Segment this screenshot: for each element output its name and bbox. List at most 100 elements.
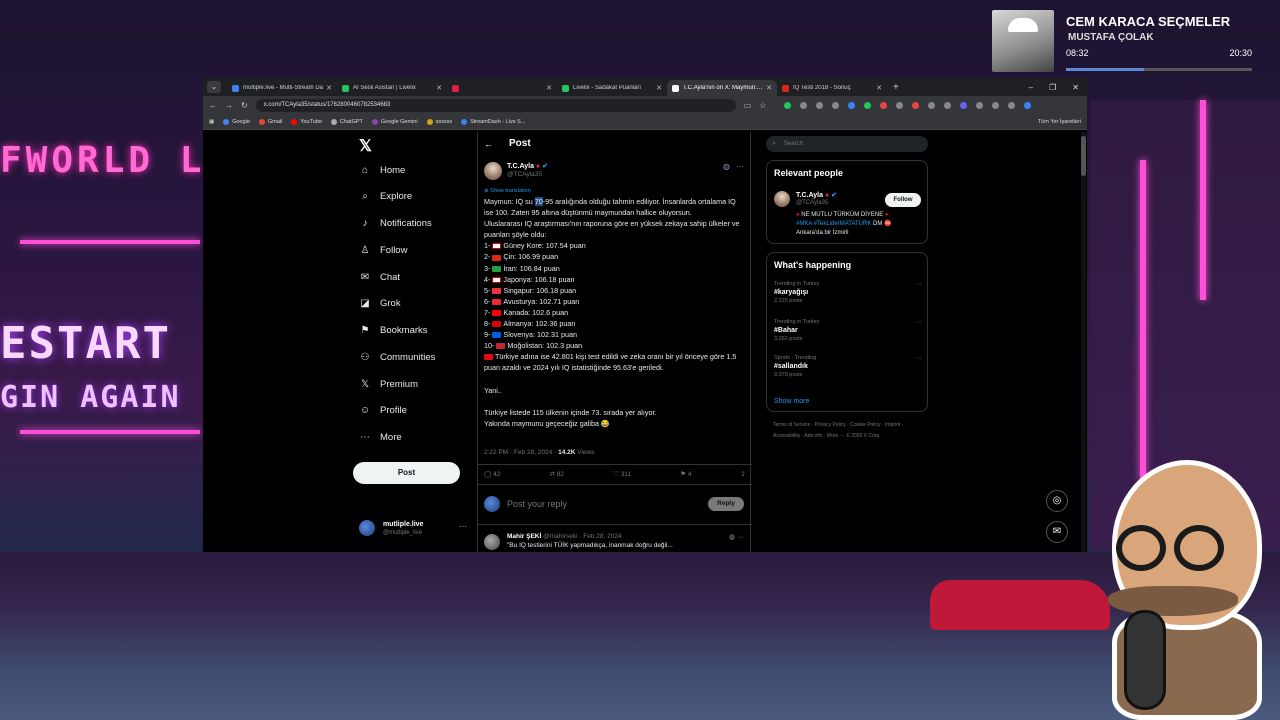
extension-icon[interactable] bbox=[816, 101, 824, 109]
extension-icon[interactable] bbox=[1008, 101, 1016, 109]
tab-close-icon[interactable]: ✕ bbox=[326, 84, 332, 92]
browser-tab[interactable]: IQ Testi 2018 - Sonuç ✕ bbox=[777, 80, 887, 96]
nav-item-bookmarks[interactable]: ⚑ Bookmarks bbox=[359, 325, 428, 336]
footer-links[interactable]: Terms of Service · Privacy Policy · Cook… bbox=[773, 420, 923, 442]
back-icon[interactable]: ← bbox=[209, 101, 217, 110]
profile-icon[interactable] bbox=[1024, 101, 1032, 109]
trend-item[interactable]: Sports · Trending #sallandık 9,079 posts ··… bbox=[774, 355, 922, 378]
author-avatar[interactable] bbox=[484, 162, 502, 180]
grok-float-icon[interactable]: ◎ bbox=[1046, 490, 1068, 512]
nav-item-profile[interactable]: ☺ Profile bbox=[359, 405, 407, 416]
scroll-thumb[interactable] bbox=[1081, 136, 1086, 176]
extension-icon[interactable] bbox=[880, 101, 888, 109]
repost-action[interactable]: ⇄ 82 bbox=[549, 470, 564, 478]
new-tab-icon[interactable]: + bbox=[893, 82, 899, 93]
trend-more-icon[interactable]: ··· bbox=[915, 355, 922, 362]
x-logo-icon[interactable]: 𝕏 bbox=[359, 136, 372, 156]
tab-close-icon[interactable]: ✕ bbox=[436, 84, 442, 92]
progress-track[interactable] bbox=[1066, 68, 1252, 71]
post-timestamp[interactable]: 2:22 PM · Feb 28, 2024 · bbox=[484, 449, 558, 456]
browser-window: ⌄ multiple.live - Multi-Stream Da ✕ AI Ses… bbox=[203, 78, 1087, 552]
person-avatar[interactable] bbox=[774, 191, 790, 207]
author-name[interactable]: T.C.Ayla ● ✔ bbox=[507, 162, 548, 170]
bookmark-action[interactable]: ⚑ 4 bbox=[680, 470, 691, 478]
extension-icon[interactable] bbox=[848, 101, 856, 109]
extension-icon[interactable] bbox=[864, 101, 872, 109]
close-window-icon[interactable]: ✕ bbox=[1072, 83, 1079, 92]
tab-label: IQ Testi 2018 - Sonuç bbox=[793, 85, 851, 91]
browser-tab[interactable]: multiple.live - Multi-Stream Da ✕ bbox=[227, 80, 337, 96]
rank-number: 2- bbox=[484, 252, 491, 262]
extension-icon[interactable] bbox=[800, 101, 808, 109]
comment-more-icon[interactable]: ◍ ··· bbox=[729, 533, 744, 541]
trend-more-icon[interactable]: ··· bbox=[915, 281, 922, 288]
tab-search-icon[interactable]: ⌄ bbox=[207, 81, 221, 93]
nav-item-premium[interactable]: 𝕏 Premium bbox=[359, 379, 418, 390]
bookmark-item[interactable]: Gmail bbox=[258, 118, 282, 125]
extension-icon[interactable] bbox=[912, 101, 920, 109]
extension-icon[interactable] bbox=[928, 101, 936, 109]
apps-icon[interactable]: ▦ bbox=[209, 119, 214, 125]
tab-close-icon[interactable]: ✕ bbox=[546, 84, 552, 92]
bookmark-item[interactable]: Google Gemini bbox=[371, 118, 418, 125]
nav-item-explore[interactable]: ⌕ Explore bbox=[359, 191, 412, 202]
minimize-icon[interactable]: – bbox=[1029, 83, 1033, 92]
neon-bar bbox=[1200, 100, 1206, 300]
bookmark-item[interactable]: YouTube bbox=[291, 118, 322, 125]
extension-icon[interactable] bbox=[944, 101, 952, 109]
reload-icon[interactable]: ↻ bbox=[241, 101, 248, 110]
bookmark-item[interactable]: ChatGPT bbox=[330, 118, 363, 125]
forward-icon[interactable]: → bbox=[225, 101, 233, 110]
more-options-icon[interactable]: ··· bbox=[736, 162, 744, 171]
show-translation-link[interactable]: ⊕ Show translation bbox=[484, 188, 531, 194]
reply-input[interactable]: Post your reply bbox=[507, 499, 567, 509]
bookmark-item[interactable]: ssssss bbox=[426, 118, 452, 125]
messages-float-icon[interactable]: ✉ bbox=[1046, 521, 1068, 543]
share-icon[interactable]: ⇪ bbox=[741, 470, 746, 478]
bookmark-item[interactable]: StreamDash - Live S... bbox=[461, 118, 525, 125]
nav-item-more[interactable]: ⋯ More bbox=[359, 432, 402, 443]
trend-more-icon[interactable]: ··· bbox=[915, 319, 922, 326]
commenter-name[interactable]: Mahir ŞEKİ bbox=[507, 533, 541, 540]
cast-icon[interactable]: ▭ bbox=[744, 101, 752, 110]
back-arrow-icon[interactable]: ← bbox=[484, 139, 493, 149]
extension-icon[interactable] bbox=[960, 101, 968, 109]
commenter-avatar[interactable] bbox=[484, 534, 500, 550]
like-action[interactable]: ♡ 311 bbox=[613, 470, 631, 478]
nav-item-grok[interactable]: ◪ Grok bbox=[359, 298, 400, 309]
reply-button[interactable]: Reply bbox=[708, 497, 744, 511]
extension-icon[interactable] bbox=[976, 101, 984, 109]
nav-item-notifications[interactable]: ♪ Notifications bbox=[359, 218, 432, 229]
maximize-icon[interactable]: ❐ bbox=[1049, 83, 1056, 92]
bio-hashtags[interactable]: #MKA #TekLiderMATATÜRK bbox=[796, 221, 871, 227]
all-bookmarks[interactable]: Tüm Yer İşaretleri bbox=[1038, 119, 1081, 125]
tab-close-icon[interactable]: ✕ bbox=[766, 84, 772, 92]
tab-close-icon[interactable]: ✕ bbox=[876, 84, 882, 92]
person-name[interactable]: T.C.Ayla ● ✔ bbox=[796, 191, 837, 199]
url-input[interactable]: x.com/TCAyla35/status/176280046078253468… bbox=[255, 98, 736, 112]
extension-icon[interactable] bbox=[992, 101, 1000, 109]
trend-item[interactable]: Trending in Turkey #karyağışı 2,225 posts ·… bbox=[774, 281, 922, 304]
nav-item-home[interactable]: ⌂ Home bbox=[359, 165, 405, 176]
grok-icon[interactable]: ◍ bbox=[723, 162, 730, 171]
browser-tab[interactable]: ✕ bbox=[447, 80, 557, 96]
star-icon[interactable]: ☆ bbox=[759, 101, 766, 110]
extension-icon[interactable] bbox=[896, 101, 904, 109]
bookmark-item[interactable]: Google bbox=[223, 118, 250, 125]
post-button[interactable]: Post bbox=[353, 462, 460, 484]
browser-tab[interactable]: AI Sesli Asistan | Livelix ✕ bbox=[337, 80, 447, 96]
scrollbar[interactable] bbox=[1081, 132, 1086, 552]
search-input[interactable]: ⌕ Search bbox=[766, 136, 928, 152]
nav-item-chat[interactable]: ✉ Chat bbox=[359, 272, 400, 283]
reply-action[interactable]: ◯ 42 bbox=[484, 470, 500, 478]
browser-tab[interactable]: Livelix - Sadakat Puanları ✕ bbox=[557, 80, 667, 96]
extension-icon[interactable] bbox=[832, 101, 840, 109]
trend-item[interactable]: Trending in Turkey #Bahar 3,262 posts ··· bbox=[774, 319, 922, 342]
tab-close-icon[interactable]: ✕ bbox=[656, 84, 662, 92]
nav-item-follow[interactable]: ♙ Follow bbox=[359, 245, 408, 256]
show-more-link[interactable]: Show more bbox=[774, 398, 809, 405]
follow-button[interactable]: Follow bbox=[885, 193, 921, 207]
browser-tab[interactable]: T.C.Ayla'nın on X: Maymun: IQ s ✕ bbox=[667, 80, 777, 96]
extension-icon[interactable] bbox=[784, 101, 792, 109]
nav-item-communities[interactable]: ⚇ Communities bbox=[359, 352, 436, 363]
